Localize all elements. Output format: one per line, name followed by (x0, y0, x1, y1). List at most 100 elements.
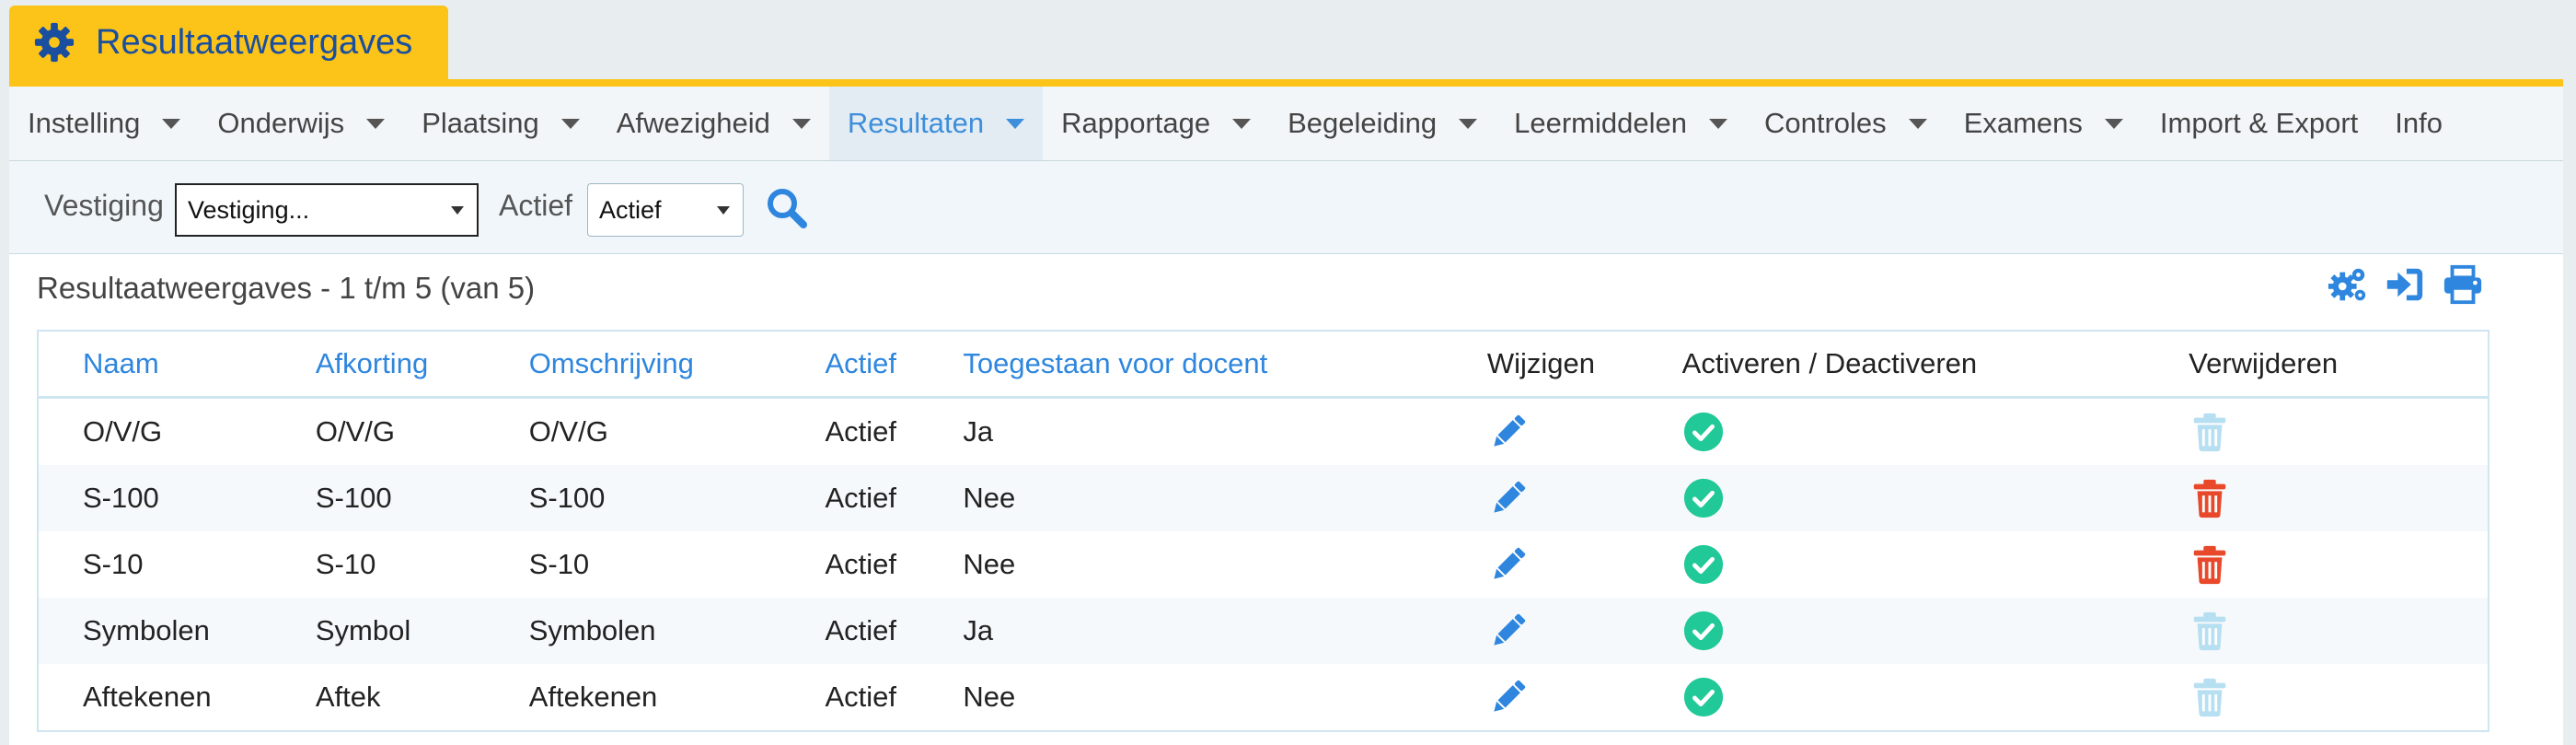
cell-omschrijving: S-10 (528, 548, 590, 580)
cell-naam: Symbolen (38, 598, 316, 664)
table-header-row: Naam Afkorting Omschrijving Actief Toege… (38, 331, 2489, 399)
cell-actief: Actief (825, 548, 897, 580)
cell-toegestaan: Nee (963, 681, 1016, 713)
caret-down-icon (1459, 118, 1478, 129)
actief-select[interactable]: Actief (587, 183, 744, 237)
column-header-omschrijving[interactable]: Omschrijving (528, 331, 826, 399)
column-header-verwijderen: Verwijderen (2189, 331, 2489, 399)
cell-omschrijving: S-100 (528, 465, 826, 531)
search-icon[interactable] (764, 185, 810, 231)
check-circle-icon[interactable] (1682, 543, 1725, 586)
cell-toegestaan: Nee (963, 465, 1487, 531)
trash-icon[interactable] (2189, 477, 2231, 519)
print-icon[interactable] (2442, 263, 2484, 306)
menu-item-import-export[interactable]: Import & Export (2142, 87, 2376, 160)
cell-omschrijving: O/V/G (528, 415, 608, 448)
caret-down-icon (1006, 118, 1025, 129)
main-menu: Instelling Onderwijs Plaatsing Afwezigheid R… (9, 87, 2563, 161)
menu-item-info[interactable]: Info (2376, 87, 2461, 160)
menu-item-label: Info (2395, 107, 2443, 139)
check-circle-icon[interactable] (1682, 676, 1725, 718)
trash-icon (2193, 413, 2226, 452)
menu-item-rapportage[interactable]: Rapportage (1043, 87, 1269, 160)
actief-select-value: Actief (599, 195, 662, 224)
menu-item-afwezigheid[interactable]: Afwezigheid (598, 87, 829, 160)
cell-toegestaan: Nee (963, 548, 1016, 580)
cell-actief: Actief (825, 465, 964, 531)
pencil-icon[interactable] (1487, 610, 1530, 652)
cell-omschrijving: Aftekenen (528, 681, 658, 713)
pencil-icon[interactable] (1487, 477, 1530, 519)
menu-item-resultaten[interactable]: Resultaten (828, 87, 1044, 160)
cell-afkorting: O/V/G (315, 415, 395, 448)
cell-naam: S-100 (38, 465, 316, 531)
cell-naam: O/V/G (83, 415, 163, 448)
menu-item-onderwijs[interactable]: Onderwijs (199, 87, 403, 160)
pencil-icon[interactable] (1487, 676, 1530, 718)
cell-wijzigen (1487, 531, 1682, 598)
trash-icon (2193, 611, 2226, 651)
chevron-down-icon (451, 206, 464, 215)
menu-item-label: Onderwijs (217, 107, 345, 139)
table-body: O/V/G O/V/G O/V/G Actief Ja S-100 S-100 S-100 Ac… (38, 398, 2489, 732)
cell-omschrijving: Symbolen (528, 598, 826, 664)
table-row: Aftekenen Aftek Aftekenen Actief Nee (38, 664, 2489, 731)
pencil-icon[interactable] (1487, 543, 1530, 586)
sign-in-icon[interactable] (2384, 263, 2426, 306)
panel-title: Resultaatweergaves - 1 t/m 5 (van 5) (37, 271, 536, 305)
menu-item-label: Controles (1764, 107, 1887, 139)
caret-down-icon (791, 118, 811, 129)
menu-item-begeleiding[interactable]: Begeleiding (1269, 87, 1496, 160)
column-header-activeren: Activeren / Deactiveren (1681, 331, 2189, 399)
vestiging-select[interactable]: Vestiging... (175, 183, 479, 237)
menu-item-leermiddelen[interactable]: Leermiddelen (1496, 87, 1746, 160)
filter-bar: Vestiging Vestiging... Actief Actief (9, 161, 2563, 254)
check-circle-icon[interactable] (1682, 610, 1725, 652)
cell-actief: Actief (825, 415, 897, 448)
table-row: Symbolen Symbol Symbolen Actief Ja (38, 598, 2489, 664)
cell-toegestaan: Ja (963, 598, 1487, 664)
check-circle-icon[interactable] (1682, 411, 1725, 453)
results-table: Naam Afkorting Omschrijving Actief Toege… (37, 330, 2489, 732)
table-row: S-100 S-100 S-100 Actief Nee (38, 465, 2489, 531)
cell-afkorting: Aftek (315, 681, 381, 713)
cell-activeren (1681, 598, 2189, 664)
column-header-wijzigen: Wijzigen (1486, 331, 1682, 399)
cell-verwijderen (2189, 531, 2489, 598)
cell-verwijderen (2189, 664, 2489, 731)
cell-wijzigen (1487, 398, 1682, 466)
column-header-afkorting[interactable]: Afkorting (315, 331, 529, 399)
gear-icon (34, 22, 75, 63)
menu-item-examens[interactable]: Examens (1946, 87, 2142, 160)
menu-item-label: Begeleiding (1288, 107, 1438, 139)
cell-afkorting: S-100 (315, 465, 529, 531)
caret-down-icon (2104, 118, 2123, 129)
cell-wijzigen (1486, 465, 1682, 531)
pencil-icon[interactable] (1487, 411, 1530, 453)
caret-down-icon (560, 118, 580, 129)
column-header-naam[interactable]: Naam (38, 331, 316, 399)
caret-down-icon (1709, 118, 1727, 129)
cell-activeren (1682, 398, 2189, 466)
trash-icon[interactable] (2189, 543, 2231, 586)
cell-verwijderen (2189, 398, 2489, 466)
caret-down-icon (1232, 118, 1252, 129)
menu-item-instelling[interactable]: Instelling (9, 87, 199, 160)
table-row: O/V/G O/V/G O/V/G Actief Ja (38, 398, 2489, 466)
menu-item-controles[interactable]: Controles (1746, 87, 1946, 160)
cell-afkorting: S-10 (315, 548, 376, 580)
cell-verwijderen (2189, 465, 2489, 531)
table-row: S-10 S-10 S-10 Actief Nee (38, 531, 2489, 598)
column-header-toegestaan[interactable]: Toegestaan voor docent (963, 331, 1487, 399)
cell-wijzigen (1487, 664, 1682, 731)
cell-activeren (1682, 531, 2189, 598)
menu-item-label: Examens (1963, 107, 2083, 139)
cogs-icon[interactable] (2327, 263, 2369, 306)
actief-label: Actief (499, 189, 573, 222)
column-header-actief[interactable]: Actief (825, 331, 964, 399)
page-title-tab: Resultaatweergaves (9, 6, 448, 79)
menu-item-plaatsing[interactable]: Plaatsing (403, 87, 598, 160)
cell-verwijderen (2189, 598, 2489, 664)
title-underline (9, 79, 2563, 87)
check-circle-icon[interactable] (1682, 477, 1725, 519)
